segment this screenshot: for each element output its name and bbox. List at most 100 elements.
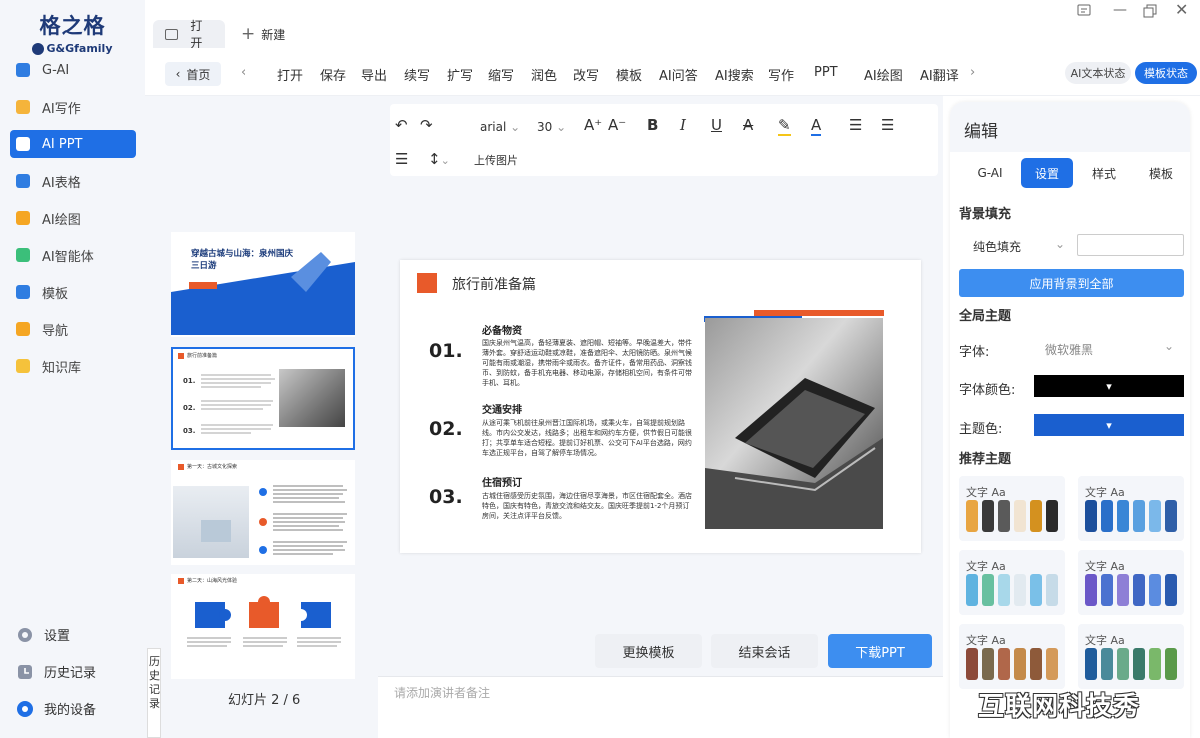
toolbar-item-9[interactable]: AI问答 <box>659 65 698 84</box>
sidebar-item-label: 导航 <box>42 323 69 339</box>
toolbar-item-1[interactable]: 保存 <box>320 65 346 84</box>
toolbar-item-8[interactable]: 模板 <box>616 65 642 84</box>
ai-text-status-button[interactable]: AI文本状态 <box>1065 62 1131 84</box>
sidebar-devices[interactable]: 我的设备 <box>16 699 96 718</box>
sidebar-history[interactable]: 历史记录 <box>16 662 96 681</box>
toolbar-item-3[interactable]: 续写 <box>404 65 430 84</box>
align-center-icon[interactable]: ☰ <box>881 116 894 134</box>
increase-font-icon[interactable]: A⁺ <box>584 116 602 134</box>
undo-icon[interactable]: ↶ <box>395 116 408 134</box>
toolbar-item-11[interactable]: 写作 <box>768 65 794 84</box>
slide-thumbnail-2[interactable]: 旅行前准备篇 01. 02. 03. <box>171 347 355 450</box>
theme-card-0[interactable]: 文字 Aa <box>959 476 1065 541</box>
slide-canvas[interactable]: 旅行前准备篇 01. 必备物资 国庆泉州气温高，备轻薄夏装、遮阳帽、短袖等。早晚… <box>400 260 921 553</box>
feedback-icon[interactable] <box>1077 4 1091 18</box>
bold-icon[interactable]: B <box>647 116 658 134</box>
panel-tab-style[interactable]: 样式 <box>1078 158 1130 188</box>
toolbar-item-6[interactable]: 润色 <box>531 65 557 84</box>
sidebar-item-1[interactable]: AI写作 <box>10 93 136 121</box>
toolbar-item-5[interactable]: 缩写 <box>488 65 514 84</box>
fill-color-input[interactable] <box>1077 234 1184 256</box>
home-button[interactable]: ‹ 首页 <box>165 62 221 86</box>
upload-image-button[interactable]: 上传图片 <box>474 152 518 168</box>
history-side-tab[interactable]: 历史记录 <box>147 648 161 738</box>
align-left-icon[interactable]: ☰ <box>849 116 862 134</box>
theme-card-4[interactable]: 文字 Aa <box>959 624 1065 689</box>
app-logo: 格之格 G&Gfamily <box>0 10 145 55</box>
laptop-photo[interactable] <box>705 318 883 529</box>
theme-card-2[interactable]: 文字 Aa <box>959 550 1065 615</box>
slide-title[interactable]: 旅行前准备篇 <box>452 274 536 294</box>
recommended-theme-label: 推荐主题 <box>959 452 1012 467</box>
theme-swatch <box>1165 574 1177 606</box>
section-3-heading[interactable]: 住宿预订 <box>482 474 522 489</box>
redo-icon[interactable]: ↷ <box>420 116 433 134</box>
panel-tab-gai[interactable]: G-AI <box>964 158 1016 188</box>
sidebar-item-5[interactable]: AI智能体 <box>10 241 136 269</box>
highlight-icon[interactable]: ✎ <box>778 116 791 136</box>
font-color-icon[interactable]: A <box>811 116 822 136</box>
align-right-icon[interactable]: ☰ <box>395 150 408 168</box>
section-1-body[interactable]: 国庆泉州气温高，备轻薄夏装、遮阳帽、短袖等。早晚温差大，带件薄外套。穿舒适运动鞋… <box>482 338 692 398</box>
toolbar-item-12[interactable]: PPT <box>814 65 838 80</box>
sidebar-item-4[interactable]: AI绘图 <box>10 204 136 232</box>
toolbar-item-2[interactable]: 导出 <box>361 65 387 84</box>
theme-swatch <box>998 648 1010 680</box>
fill-mode-select[interactable]: 纯色填充 ⌄ <box>959 232 1071 258</box>
close-icon[interactable]: ✕ <box>1175 0 1188 19</box>
section-2-body[interactable]: 从途可乘飞机前往泉州晋江国际机场，或乘火车，自驾提前规划路线。市内公交发达，线路… <box>482 418 692 468</box>
theme-sample-text: 文字 Aa <box>1085 634 1125 647</box>
sidebar-item-2[interactable]: AI PPT <box>10 130 136 158</box>
slide-thumbnail-4[interactable]: 第二天：山海风光体验 <box>171 574 355 679</box>
speaker-notes[interactable]: 请添加演讲者备注 <box>378 676 943 738</box>
tab-new[interactable]: + 新建 <box>229 20 297 48</box>
end-session-button[interactable]: 结束会话 <box>711 634 818 668</box>
panel-tab-template[interactable]: 模板 <box>1135 158 1187 188</box>
sidebar-item-6[interactable]: 模板 <box>10 278 136 306</box>
sidebar-item-8[interactable]: 知识库 <box>10 352 136 380</box>
toolbar-item-0[interactable]: 打开 <box>277 65 303 84</box>
theme-card-3[interactable]: 文字 Aa <box>1078 550 1184 615</box>
toolbar-item-10[interactable]: AI搜索 <box>715 65 754 84</box>
slide-thumbnail-1[interactable]: 穿越古城与山海：泉州国庆三日游 <box>171 232 355 337</box>
line-spacing-icon[interactable]: ↕⌄ <box>428 150 450 168</box>
underline-icon[interactable]: U <box>711 116 722 134</box>
thumbnail-2-title: 旅行前准备篇 <box>187 353 218 359</box>
apply-bg-all-button[interactable]: 应用背景到全部 <box>959 269 1184 297</box>
italic-icon[interactable]: I <box>680 116 686 134</box>
strikethrough-icon[interactable]: A <box>743 116 753 134</box>
font-family-select[interactable]: 微软雅黑 ⌄ <box>1031 336 1184 360</box>
section-3-body[interactable]: 古城住宿感受历史氛围，海边住宿尽享海景，市区住宿配套全。酒店特色，国庆有特色，青… <box>482 491 692 531</box>
sidebar-item-7[interactable]: 导航 <box>10 315 136 343</box>
theme-color-picker[interactable]: ▾ <box>1034 414 1184 436</box>
sidebar-item-0[interactable]: G-AI <box>10 56 136 84</box>
section-2-heading[interactable]: 交通安排 <box>482 401 522 416</box>
font-color-picker[interactable]: ▾ <box>1034 375 1184 397</box>
scroll-right-icon[interactable]: › <box>970 65 975 80</box>
sidebar-settings[interactable]: 设置 <box>16 625 70 644</box>
restore-icon[interactable] <box>1143 4 1157 18</box>
thumbnail-3-marker <box>178 464 184 470</box>
font-select[interactable]: arial ⌄ <box>480 120 520 134</box>
font-size-select[interactable]: 30 ⌄ <box>537 120 566 134</box>
section-1-heading[interactable]: 必备物资 <box>482 322 522 337</box>
toolbar-item-14[interactable]: AI翻译 <box>920 65 959 84</box>
toolbar-item-13[interactable]: AI绘图 <box>864 65 903 84</box>
theme-swatch <box>1014 500 1026 532</box>
toolbar-item-4[interactable]: 扩写 <box>447 65 473 84</box>
thumbnail-3-text <box>259 485 347 555</box>
tab-open[interactable]: 打开 <box>153 19 225 50</box>
theme-card-1[interactable]: 文字 Aa <box>1078 476 1184 541</box>
template-status-button[interactable]: 模板状态 <box>1135 62 1197 84</box>
slide-thumbnail-3[interactable]: 第一天：古城文化探索 <box>171 460 355 565</box>
minimize-icon[interactable]: — <box>1113 2 1127 18</box>
toolbar-item-7[interactable]: 改写 <box>573 65 599 84</box>
theme-card-5[interactable]: 文字 Aa <box>1078 624 1184 689</box>
sidebar-item-3[interactable]: AI表格 <box>10 167 136 195</box>
bg-fill-label: 背景填充 <box>959 207 1012 222</box>
decrease-font-icon[interactable]: A⁻ <box>608 116 626 134</box>
panel-tab-settings[interactable]: 设置 <box>1021 158 1073 188</box>
change-template-button[interactable]: 更换模板 <box>595 634 702 668</box>
download-ppt-button[interactable]: 下载PPT <box>828 634 932 668</box>
scroll-left-icon[interactable]: ‹ <box>241 65 246 80</box>
